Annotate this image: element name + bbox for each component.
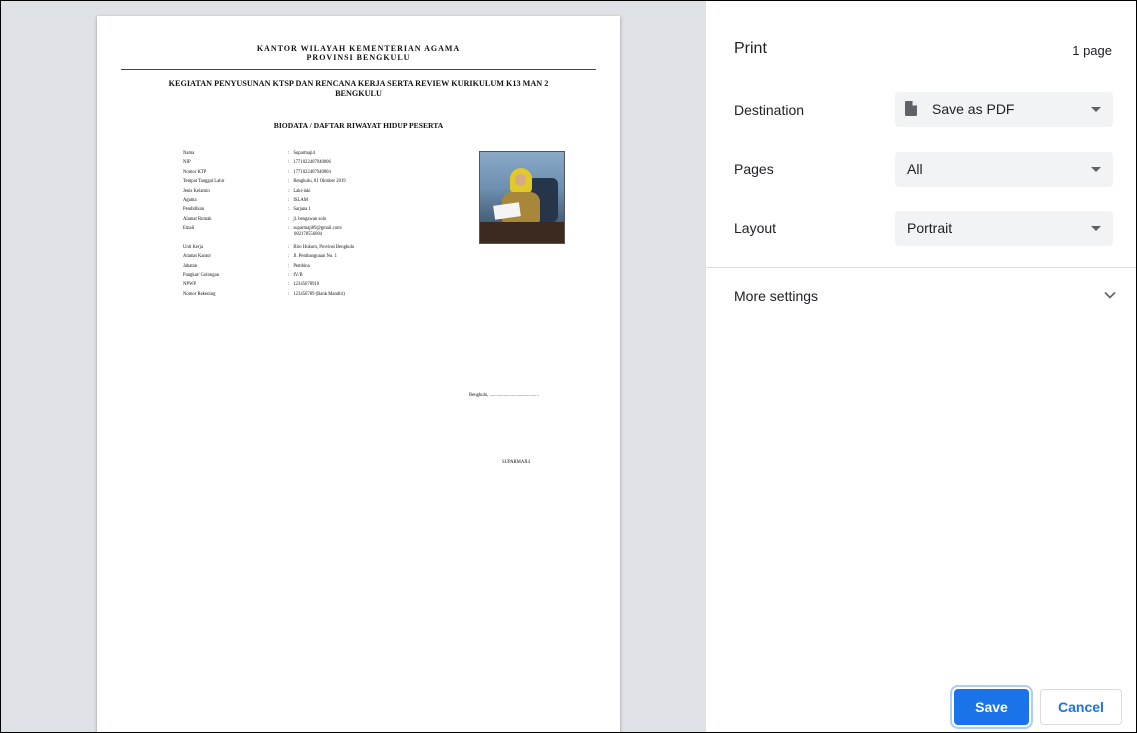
field-colon: : bbox=[288, 151, 290, 156]
field-value: : Sarjana 1 bbox=[288, 207, 311, 213]
chevron-down-icon bbox=[1091, 107, 1101, 112]
field-value-text: IV/B bbox=[293, 273, 303, 278]
layout-value: Portrait bbox=[907, 220, 953, 236]
layout-label: Layout bbox=[734, 220, 777, 236]
field-colon: : bbox=[288, 226, 290, 231]
field-value: : Laki-laki bbox=[288, 189, 311, 195]
field-value-text: 12345678910 bbox=[293, 282, 320, 287]
field-value-text: Pembina bbox=[293, 264, 310, 269]
field-colon: : bbox=[288, 179, 290, 184]
field-label: Jenis Kelamin bbox=[183, 189, 210, 194]
layout-select[interactable]: Portrait bbox=[895, 211, 1113, 246]
photo-desk bbox=[480, 222, 564, 243]
field-colon: : bbox=[288, 292, 290, 297]
destination-label: Destination bbox=[734, 102, 805, 118]
chevron-down-icon bbox=[1091, 226, 1101, 231]
field-label: Alamat Rumah bbox=[183, 217, 212, 222]
field-colon: : bbox=[288, 282, 290, 287]
field-value: :123456789 (Bank Mandiri) bbox=[288, 292, 345, 298]
field-value-text: Biro Hukum, Provinsi Bengkulu bbox=[293, 245, 355, 250]
cancel-button[interactable]: Cancel bbox=[1040, 689, 1122, 725]
field-value: : Biro Hukum, Provinsi Bengkulu bbox=[288, 245, 354, 251]
field-value-text: jl. bengawan solo bbox=[293, 217, 327, 222]
panel-title: Print bbox=[734, 40, 767, 57]
field-label: Unit Kerja bbox=[183, 245, 203, 250]
field-label: Alamat Kantor bbox=[183, 254, 211, 259]
field-value: : Bengkulu, 01 Oktober 2019 bbox=[288, 179, 346, 185]
field-value: : suparmaji89@gmail.com/082178556004 bbox=[288, 226, 342, 238]
field-colon: : bbox=[288, 217, 290, 222]
field-label: Agama bbox=[183, 198, 197, 203]
pages-label: Pages bbox=[734, 161, 774, 177]
photo-face bbox=[515, 174, 526, 186]
field-colon: : bbox=[288, 160, 290, 165]
field-colon: : bbox=[288, 264, 290, 269]
field-value-text: 1771022407940006 bbox=[293, 160, 331, 165]
field-value-text: 1771022407940004 bbox=[293, 170, 331, 175]
activity-title-line1: KEGIATAN PENYUSUNAN KTSP DAN RENCANA KER… bbox=[168, 79, 549, 88]
field-value-text: Suparmaji4 bbox=[293, 151, 315, 156]
field-colon: : bbox=[288, 198, 290, 203]
biodata-title: BIODATA / DAFTAR RIWAYAT HIDUP PESERTA bbox=[273, 121, 444, 130]
field-value-text: Bengkulu, 01 Oktober 2019 bbox=[293, 179, 346, 184]
field-colon: : bbox=[288, 207, 290, 212]
field-value: : Pembina bbox=[288, 264, 310, 270]
org-title-line2: PROVINSI BENGKULU bbox=[306, 53, 411, 62]
more-settings-label: More settings bbox=[734, 288, 819, 304]
field-value: :1771022407940004 bbox=[288, 170, 331, 176]
field-value: : IV/B bbox=[288, 273, 303, 279]
destination-value: Save as PDF bbox=[932, 101, 1015, 117]
destination-select[interactable]: Save as PDF bbox=[895, 92, 1113, 127]
field-colon: : bbox=[288, 254, 290, 259]
activity-title-line2: BENGKULU bbox=[335, 89, 382, 98]
chevron-down-icon bbox=[1104, 291, 1116, 299]
signature-name: SUPARMAJI4 bbox=[502, 460, 530, 465]
field-value: : Jl. Pembangunan No. 1 bbox=[288, 254, 337, 260]
header-divider bbox=[121, 69, 596, 70]
field-value: : ISLAM bbox=[288, 198, 308, 204]
file-icon bbox=[905, 101, 917, 116]
field-colon: : bbox=[288, 273, 290, 278]
field-label: Nomor Rekening bbox=[183, 292, 216, 297]
field-value-text: 123456789 (Bank Mandiri) bbox=[293, 292, 345, 297]
field-label: Email bbox=[183, 226, 195, 231]
field-value-text-line2: 082178556004 bbox=[294, 232, 323, 237]
settings-divider bbox=[706, 267, 1136, 268]
pages-value: All bbox=[907, 161, 923, 177]
preview-page: KANTOR WILAYAH KEMENTERIAN AGAMA PROVINS… bbox=[97, 16, 620, 732]
field-value-text: suparmaji89@gmail.com/ bbox=[293, 226, 343, 231]
activity-title: KEGIATAN PENYUSUNAN KTSP DAN RENCANA KER… bbox=[107, 79, 610, 99]
field-label: Nama bbox=[183, 151, 195, 156]
field-value: : Suparmaji4 bbox=[288, 151, 315, 157]
print-dialog: KANTOR WILAYAH KEMENTERIAN AGAMA PROVINS… bbox=[0, 0, 1137, 733]
field-value-text: Jl. Pembangunan No. 1 bbox=[293, 254, 337, 259]
field-value-text: ISLAM bbox=[293, 198, 308, 203]
field-label: Nomor KTP bbox=[183, 170, 207, 175]
field-label: Pendidikan bbox=[183, 207, 205, 212]
field-value-text: Sarjana 1 bbox=[293, 207, 311, 212]
field-value-text: Laki-laki bbox=[293, 189, 311, 194]
field-colon: : bbox=[288, 245, 290, 250]
field-value: : jl. bengawan solo bbox=[288, 217, 326, 223]
field-value: :12345678910 bbox=[288, 282, 319, 288]
field-label: NPWP bbox=[183, 282, 197, 287]
participant-photo bbox=[479, 151, 565, 244]
field-label: Tempat Tanggal Lahir bbox=[183, 179, 225, 184]
print-settings-panel: Print 1 page Destination Save as PDF Pag… bbox=[706, 1, 1136, 732]
field-label: NIP bbox=[183, 160, 191, 165]
place-date: Bengkulu, ..............................… bbox=[469, 393, 539, 398]
chevron-down-icon bbox=[1091, 167, 1101, 172]
print-preview-area[interactable]: KANTOR WILAYAH KEMENTERIAN AGAMA PROVINS… bbox=[1, 1, 706, 732]
field-label: Jabatan bbox=[183, 264, 198, 269]
save-button[interactable]: Save bbox=[954, 689, 1029, 725]
field-colon: : bbox=[288, 189, 290, 194]
org-title-line1: KANTOR WILAYAH KEMENTERIAN AGAMA bbox=[256, 44, 461, 53]
more-settings-toggle[interactable]: More settings bbox=[706, 271, 1136, 321]
pages-select[interactable]: All bbox=[895, 152, 1113, 187]
field-label: Pangkat/ Golongan bbox=[183, 273, 220, 278]
page-count: 1 page bbox=[1072, 43, 1112, 58]
field-value: :1771022407940006 bbox=[288, 160, 331, 166]
field-colon: : bbox=[288, 170, 290, 175]
